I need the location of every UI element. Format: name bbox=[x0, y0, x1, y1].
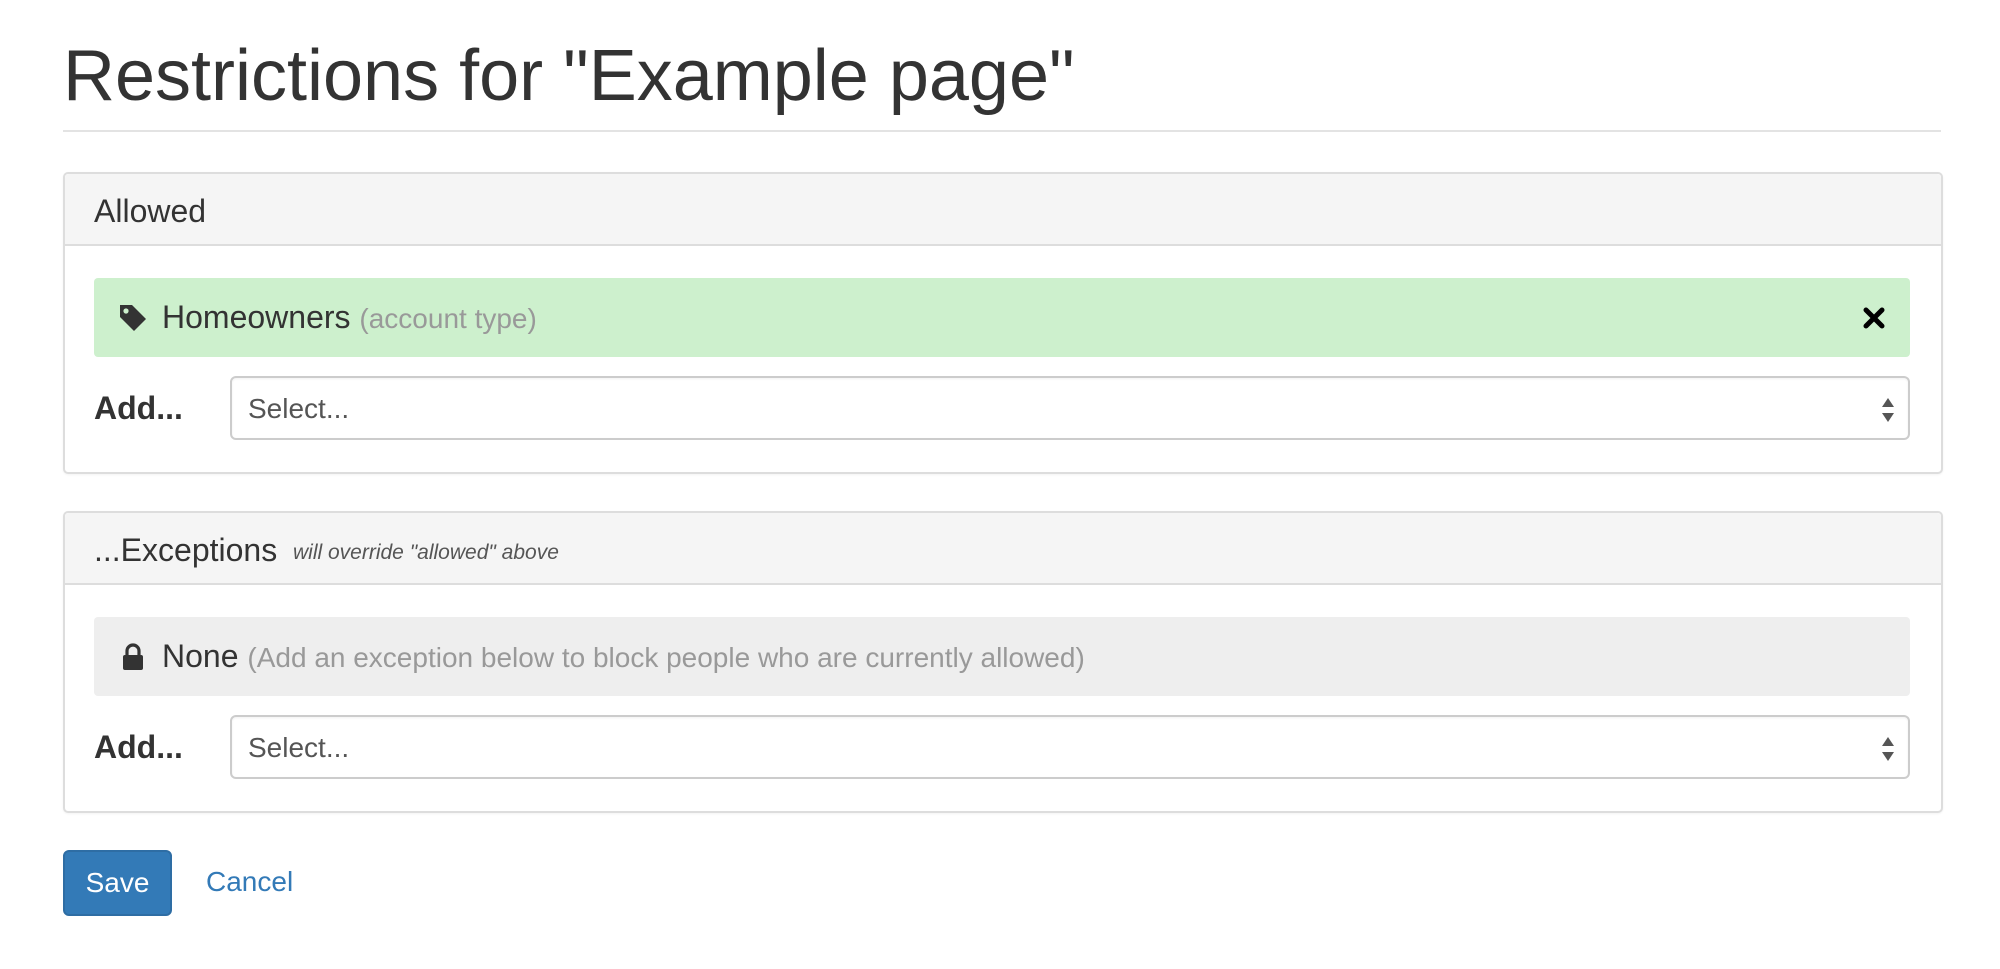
exception-item-label: None (Add an exception below to block pe… bbox=[162, 636, 1085, 678]
tag-icon bbox=[118, 303, 148, 333]
allowed-add-select[interactable]: Select... bbox=[230, 376, 1910, 440]
exceptions-add-select[interactable]: Select... bbox=[230, 715, 1910, 779]
allowed-select-value: Select... bbox=[248, 393, 350, 424]
close-icon[interactable] bbox=[1858, 302, 1890, 334]
exceptions-select-value: Select... bbox=[248, 732, 350, 763]
lock-icon bbox=[118, 642, 148, 672]
exceptions-add-label: Add... bbox=[94, 729, 183, 765]
allowed-panel: Allowed Homeowners (account type) Add...… bbox=[63, 172, 1943, 474]
allowed-item-label: Homeowners (account type) bbox=[162, 297, 537, 339]
exception-item: None (Add an exception below to block pe… bbox=[94, 617, 1910, 696]
allowed-item-type: (account type) bbox=[359, 303, 537, 334]
allowed-item-name: Homeowners bbox=[162, 299, 351, 335]
restrictions-page: Restrictions for "Example page" Allowed … bbox=[0, 0, 2000, 969]
cancel-link[interactable]: Cancel bbox=[206, 864, 293, 900]
allowed-panel-heading: Allowed bbox=[65, 174, 1941, 246]
exceptions-panel-heading: ...Exceptions will override "allowed" ab… bbox=[65, 513, 1941, 585]
allowed-add-label: Add... bbox=[94, 390, 183, 426]
exceptions-heading-note: will override "allowed" above bbox=[293, 541, 559, 564]
page-title: Restrictions for "Example page" bbox=[63, 36, 1075, 116]
save-button[interactable]: Save bbox=[63, 850, 172, 916]
exception-item-name: None bbox=[162, 638, 239, 674]
select-arrows-icon bbox=[1880, 735, 1896, 763]
exceptions-panel: ...Exceptions will override "allowed" ab… bbox=[63, 511, 1943, 813]
allowed-heading-title: Allowed bbox=[94, 193, 207, 229]
exceptions-heading-title: ...Exceptions bbox=[94, 532, 278, 568]
allowed-item: Homeowners (account type) bbox=[94, 278, 1910, 357]
title-divider bbox=[63, 130, 1941, 132]
select-arrows-icon bbox=[1880, 396, 1896, 424]
exception-item-hint: (Add an exception below to block people … bbox=[247, 642, 1085, 673]
